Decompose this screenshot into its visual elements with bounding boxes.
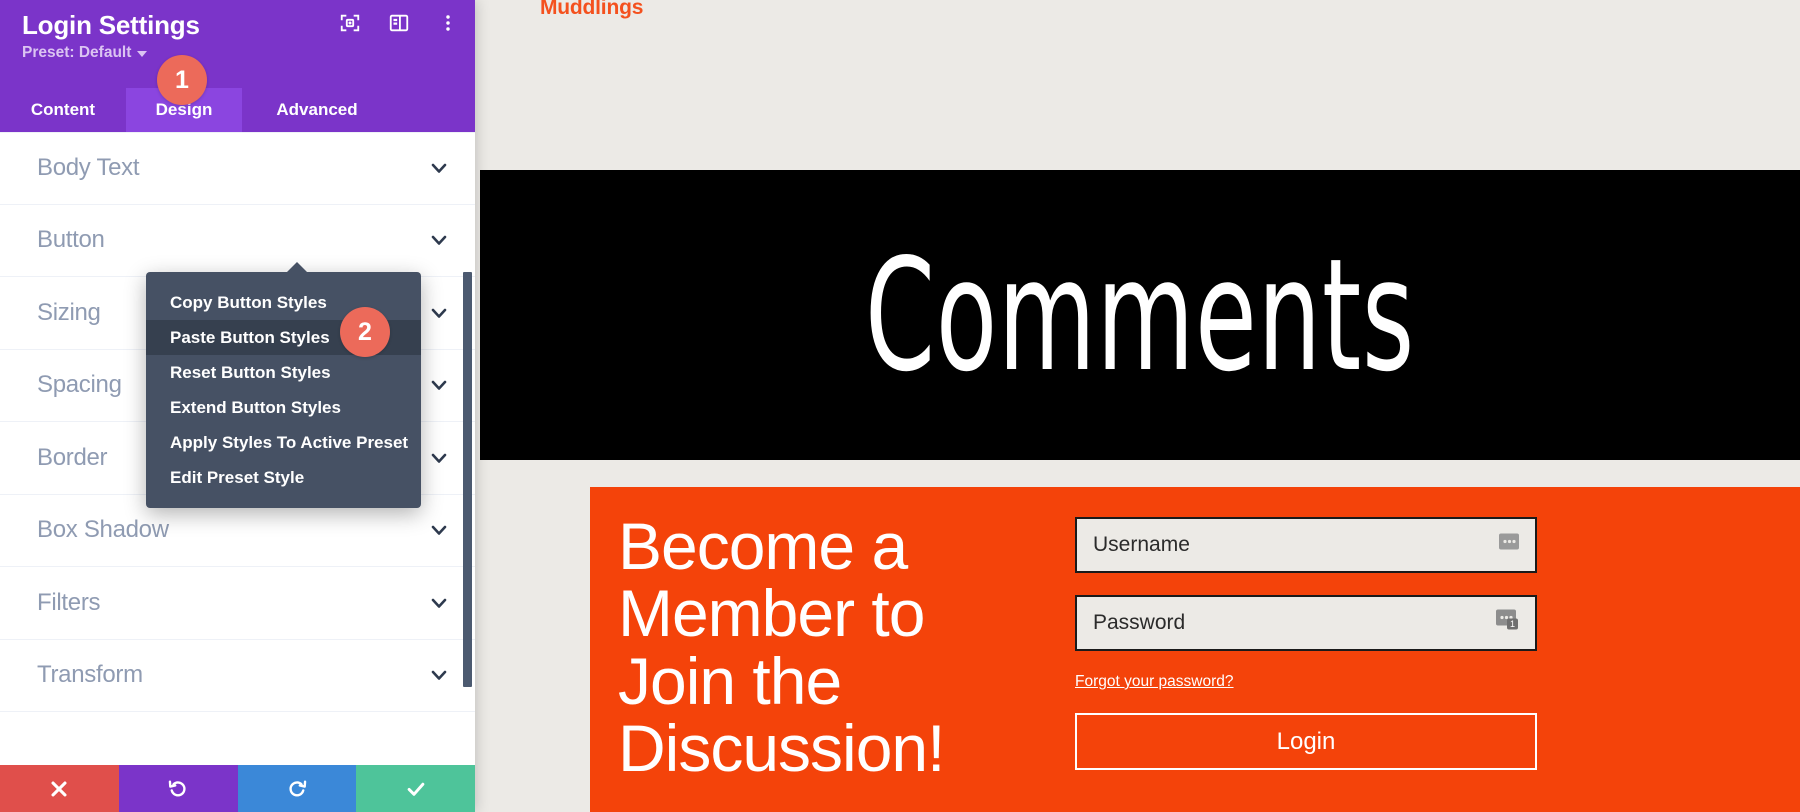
- chevron-down-icon: [431, 380, 447, 391]
- chevron-down-icon: [431, 235, 447, 246]
- tab-content[interactable]: Content: [0, 88, 126, 132]
- section-transform[interactable]: Transform: [0, 640, 475, 712]
- cancel-button[interactable]: [0, 765, 119, 812]
- chevron-down-icon: [431, 670, 447, 681]
- section-label: Spacing: [37, 371, 122, 399]
- redo-icon: [289, 779, 307, 797]
- promo-heading: Become a Member to Join the Discussion!: [618, 509, 945, 785]
- password-placeholder: Password: [1093, 611, 1186, 634]
- chevron-down-icon: [431, 525, 447, 536]
- chevron-down-icon: [431, 453, 447, 463]
- chevron-down-icon: [431, 163, 447, 174]
- kebab-menu-icon[interactable]: [437, 12, 459, 34]
- menu-item-edit-preset-style[interactable]: Edit Preset Style: [146, 460, 421, 495]
- focus-target-icon[interactable]: [339, 12, 361, 34]
- section-filters[interactable]: Filters: [0, 567, 475, 640]
- menu-item-extend-button-styles[interactable]: Extend Button Styles: [146, 390, 421, 425]
- panel-header-icons: [339, 12, 459, 34]
- svg-text:1: 1: [1510, 619, 1515, 629]
- tab-advanced[interactable]: Advanced: [242, 88, 392, 132]
- login-form: Username Password 1 Forgot your password…: [1075, 517, 1537, 770]
- preset-label: Preset: Default: [22, 44, 132, 61]
- forgot-password-link[interactable]: Forgot your password?: [1075, 673, 1234, 691]
- login-button[interactable]: Login: [1075, 713, 1537, 770]
- comments-heading: Comments: [864, 224, 1416, 406]
- chevron-down-icon: [137, 51, 148, 57]
- context-menu-arrow: [286, 262, 308, 273]
- preset-selector[interactable]: Preset: Default: [22, 42, 148, 64]
- chevron-down-icon: [431, 598, 447, 608]
- section-body-text[interactable]: Body Text: [0, 132, 475, 205]
- check-icon: [407, 782, 424, 796]
- step-badge-2: 2: [340, 307, 390, 357]
- save-button[interactable]: [356, 765, 475, 812]
- username-field[interactable]: Username: [1075, 517, 1537, 573]
- section-label: Box Shadow: [37, 516, 169, 544]
- section-label: Sizing: [37, 298, 101, 326]
- dynamic-content-badge-icon[interactable]: 1: [1495, 608, 1523, 639]
- comments-banner: Comments: [480, 170, 1800, 460]
- close-icon: [51, 780, 67, 797]
- panel-action-bar: [0, 765, 475, 812]
- button-styles-context-menu: Copy Button Styles Paste Button Styles R…: [146, 262, 421, 508]
- undo-button[interactable]: [118, 765, 238, 812]
- panel-tabs: Content Design Advanced: [0, 88, 475, 132]
- menu-item-reset-button-styles[interactable]: Reset Button Styles: [146, 355, 421, 390]
- username-placeholder: Username: [1093, 533, 1190, 556]
- section-label: Body Text: [37, 154, 140, 182]
- step-badge-1: 1: [157, 55, 207, 105]
- chevron-down-icon: [431, 308, 447, 318]
- layout-panel-icon[interactable]: [388, 12, 410, 34]
- redo-button[interactable]: [237, 765, 357, 812]
- section-label: Transform: [37, 661, 143, 689]
- section-label: Filters: [37, 588, 101, 616]
- password-field[interactable]: Password 1: [1075, 595, 1537, 651]
- panel-scrollbar[interactable]: [461, 132, 475, 768]
- menu-item-apply-styles-to-active-preset[interactable]: Apply Styles To Active Preset: [146, 425, 421, 460]
- section-label: Border: [37, 443, 108, 471]
- undo-icon: [168, 779, 186, 797]
- panel-scrollbar-thumb[interactable]: [463, 272, 472, 687]
- panel-header: Login Settings Preset: Default: [0, 0, 475, 88]
- site-brand-logo[interactable]: Muddlings: [540, 0, 643, 20]
- section-label: Button: [37, 226, 105, 254]
- membership-section: Become a Member to Join the Discussion! …: [590, 487, 1800, 812]
- screen-root: Muddlings Comments Become a Member to Jo…: [0, 0, 1800, 812]
- dynamic-content-icon[interactable]: [1497, 531, 1523, 560]
- section-button[interactable]: Button: [0, 205, 475, 277]
